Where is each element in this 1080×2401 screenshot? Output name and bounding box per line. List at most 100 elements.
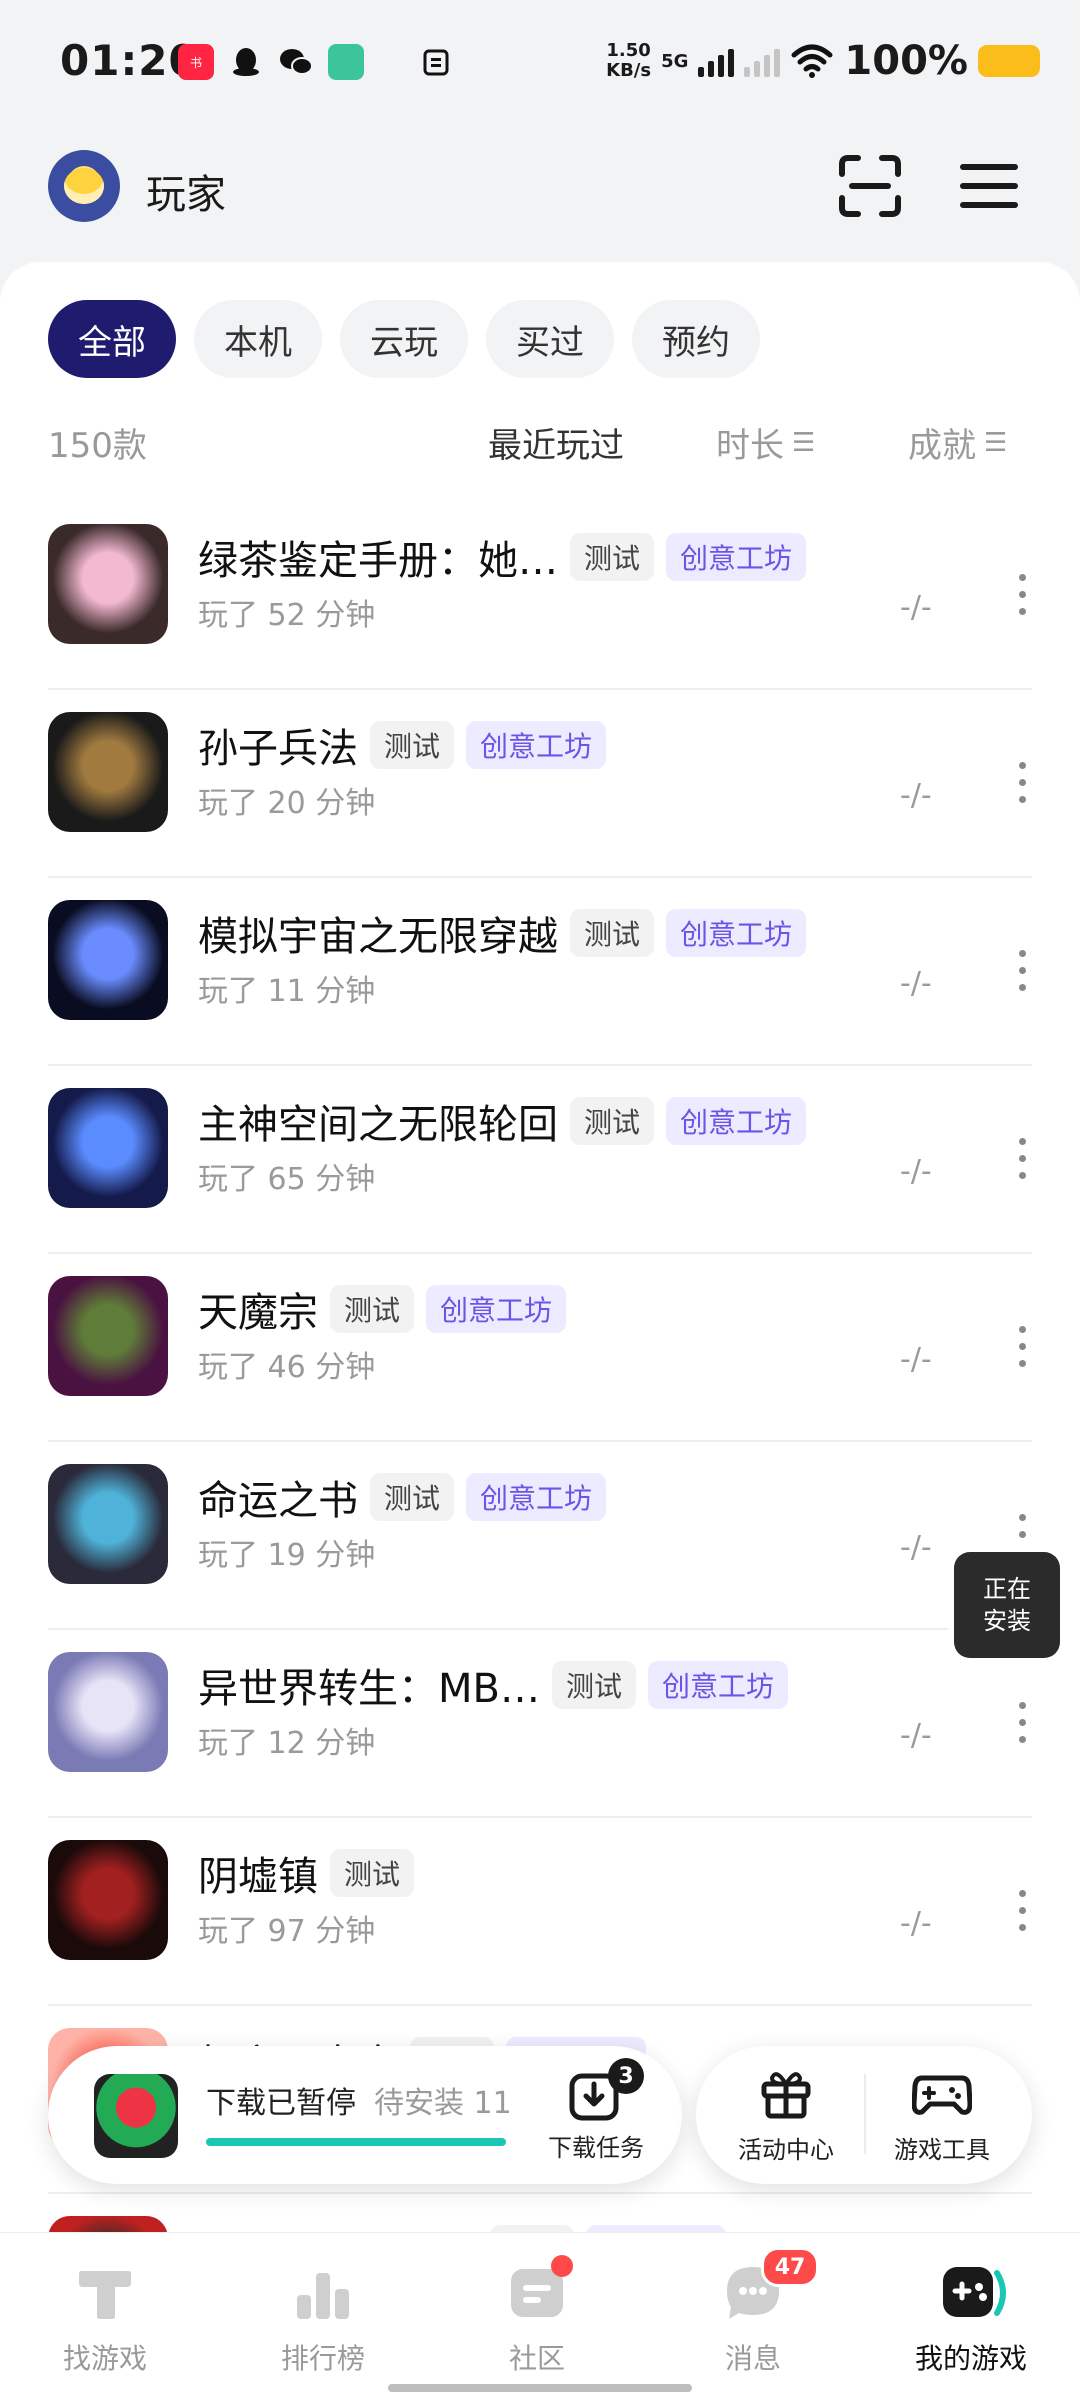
game-row[interactable]: 绿茶鉴定手册：她… 测试 创意工坊 玩了 52 分钟 -/-	[48, 502, 1032, 690]
filter-chip[interactable]: 本机	[194, 300, 322, 378]
game-achievement: -/-	[900, 1342, 932, 1377]
find-games-icon	[73, 2261, 137, 2325]
tools-panel: 活动中心 游戏工具	[696, 2046, 1032, 2184]
game-title: 阴墟镇	[198, 1854, 318, 1900]
menu-icon[interactable]	[958, 162, 1020, 210]
nav-item[interactable]: 排行榜	[248, 2261, 398, 2377]
nav-label: 社区	[508, 2342, 565, 2375]
sort-icon: ☰	[984, 427, 1008, 458]
game-row[interactable]: 异世界转生：MB… 测试 创意工坊玩了 12 分钟 -/-	[48, 1630, 1032, 1818]
nav-item[interactable]: 47 消息	[678, 2247, 828, 2377]
more-options-icon[interactable]	[1016, 762, 1028, 810]
game-icon[interactable]	[48, 900, 168, 1020]
more-options-icon[interactable]	[1016, 1890, 1028, 1938]
activity-center-button[interactable]: 活动中心	[716, 2064, 856, 2165]
home-indicator[interactable]	[388, 2384, 692, 2392]
game-icon[interactable]	[48, 1276, 168, 1396]
nav-item[interactable]: 我的游戏	[896, 2261, 1046, 2377]
game-icon[interactable]	[48, 712, 168, 832]
game-title-line: 异世界转生：MB… 测试 创意工坊	[198, 1656, 788, 1714]
game-count: 150款	[48, 426, 147, 466]
game-row[interactable]: 阴墟镇 测试 玩了 97 分钟 -/-	[48, 1818, 1032, 2006]
game-row[interactable]: 模拟宇宙之无限穿越 测试 创意工坊 玩了 11 分钟 -/-	[48, 878, 1032, 1066]
filter-chip[interactable]: 全部	[48, 300, 176, 378]
game-title: 绿茶鉴定手册：她…	[198, 538, 558, 584]
game-row[interactable]: 命运之书 测试 创意工坊 玩了 19 分钟 -/-	[48, 1442, 1032, 1630]
game-row[interactable]: 孙子兵法 测试 创意工坊 玩了 20 分钟 -/-	[48, 690, 1032, 878]
activity-center-label: 活动中心	[738, 2136, 834, 2164]
game-title: 主神空间之无限轮回	[198, 1102, 558, 1148]
player-name[interactable]: 玩家	[146, 162, 226, 220]
net-speed: 1.50 KB/s	[606, 40, 652, 81]
game-tools-label: 游戏工具	[894, 2136, 990, 2164]
clipboard-icon	[418, 44, 454, 80]
more-options-icon[interactable]	[1016, 1326, 1028, 1374]
sort-recent[interactable]: 最近玩过	[488, 418, 624, 467]
game-tools-button[interactable]: 游戏工具	[872, 2064, 1012, 2165]
scan-icon[interactable]	[838, 154, 902, 218]
download-status: 下载已暂停	[206, 2086, 356, 2121]
game-achievement: -/-	[900, 1718, 932, 1753]
game-row[interactable]: 主神空间之无限轮回 测试 创意工坊 玩了 65 分钟 -/-	[48, 1066, 1032, 1254]
more-options-icon[interactable]	[1016, 574, 1028, 622]
nav-label: 消息	[724, 2342, 781, 2375]
test-tag: 测试	[570, 533, 655, 581]
test-tag: 测试	[370, 721, 455, 769]
game-row[interactable]: 天魔宗 测试 创意工坊 玩了 46 分钟 -/-	[48, 1254, 1032, 1442]
game-icon[interactable]	[48, 1652, 168, 1772]
battery-text: 100%	[844, 38, 968, 84]
more-options-icon[interactable]	[1016, 950, 1028, 998]
filter-chip[interactable]: 云玩	[340, 300, 468, 378]
game-icon[interactable]	[48, 1840, 168, 1960]
workshop-tag: 创意工坊	[666, 533, 807, 581]
workshop-tag: 创意工坊	[426, 1285, 567, 1333]
sort-duration[interactable]: 时长 ☰	[716, 418, 815, 467]
test-tag: 测试	[570, 909, 655, 957]
game-icon[interactable]	[48, 1464, 168, 1584]
my-games-icon	[939, 2261, 1006, 2325]
download-game-thumbnail	[94, 2074, 178, 2158]
nav-label: 我的游戏	[914, 2342, 1027, 2375]
game-title-line: 绿茶鉴定手册：她… 测试 创意工坊	[198, 528, 807, 586]
test-tag: 测试	[370, 1473, 455, 1521]
sort-recent-label: 最近玩过	[488, 426, 624, 466]
game-playtime: 玩了 12 分钟	[198, 1726, 376, 1761]
ranking-icon	[291, 2261, 355, 2325]
game-title-line: 命运之书 测试 创意工坊	[198, 1468, 607, 1526]
game-achievement: -/-	[900, 1906, 932, 1941]
game-list: 绿茶鉴定手册：她… 测试 创意工坊 玩了 52 分钟 -/- 孙子兵法 测试 创意工坊 玩了 2…	[48, 502, 1032, 2242]
wifi-icon	[791, 44, 833, 78]
app-icon	[328, 44, 364, 80]
workshop-tag: 创意工坊	[647, 1661, 788, 1709]
test-tag: 测试	[570, 1097, 655, 1145]
more-options-icon[interactable]	[1016, 1702, 1028, 1750]
installing-float[interactable]: 正在 安装	[954, 1552, 1060, 1658]
game-achievement: -/-	[900, 966, 932, 1001]
sort-icon: ☰	[792, 427, 816, 458]
nav-item[interactable]: 社区	[462, 2255, 612, 2377]
gamepad-icon	[911, 2075, 973, 2115]
more-options-icon[interactable]	[1016, 1138, 1028, 1186]
network-type: 5G	[661, 50, 689, 72]
community-icon	[505, 2255, 573, 2325]
game-playtime: 玩了 97 分钟	[198, 1914, 376, 1949]
game-achievement: -/-	[900, 1154, 932, 1189]
download-task-button[interactable]: 3 下载任务	[536, 2058, 656, 2163]
status-right: 1.50 KB/s 5G 100%	[606, 38, 1040, 84]
filter-chip[interactable]: 预约	[632, 300, 760, 378]
gift-icon	[761, 2072, 811, 2119]
nav-item[interactable]: 找游戏	[30, 2261, 180, 2377]
game-icon[interactable]	[48, 524, 168, 644]
game-title: 模拟宇宙之无限穿越	[198, 914, 558, 960]
workshop-tag: 创意工坊	[666, 1097, 807, 1145]
workshop-tag: 创意工坊	[666, 909, 807, 957]
nav-label: 找游戏	[62, 2342, 147, 2375]
avatar[interactable]	[48, 150, 120, 222]
sort-achievement[interactable]: 成就 ☰	[908, 418, 1007, 467]
game-title: 孙子兵法	[198, 726, 358, 772]
download-panel[interactable]: 下载已暂停 待安装 11 3 下载任务	[48, 2046, 682, 2184]
game-icon[interactable]	[48, 1088, 168, 1208]
message-icon: 47	[721, 2247, 819, 2325]
filter-chip[interactable]: 买过	[486, 300, 614, 378]
notification-dot	[551, 2255, 573, 2277]
